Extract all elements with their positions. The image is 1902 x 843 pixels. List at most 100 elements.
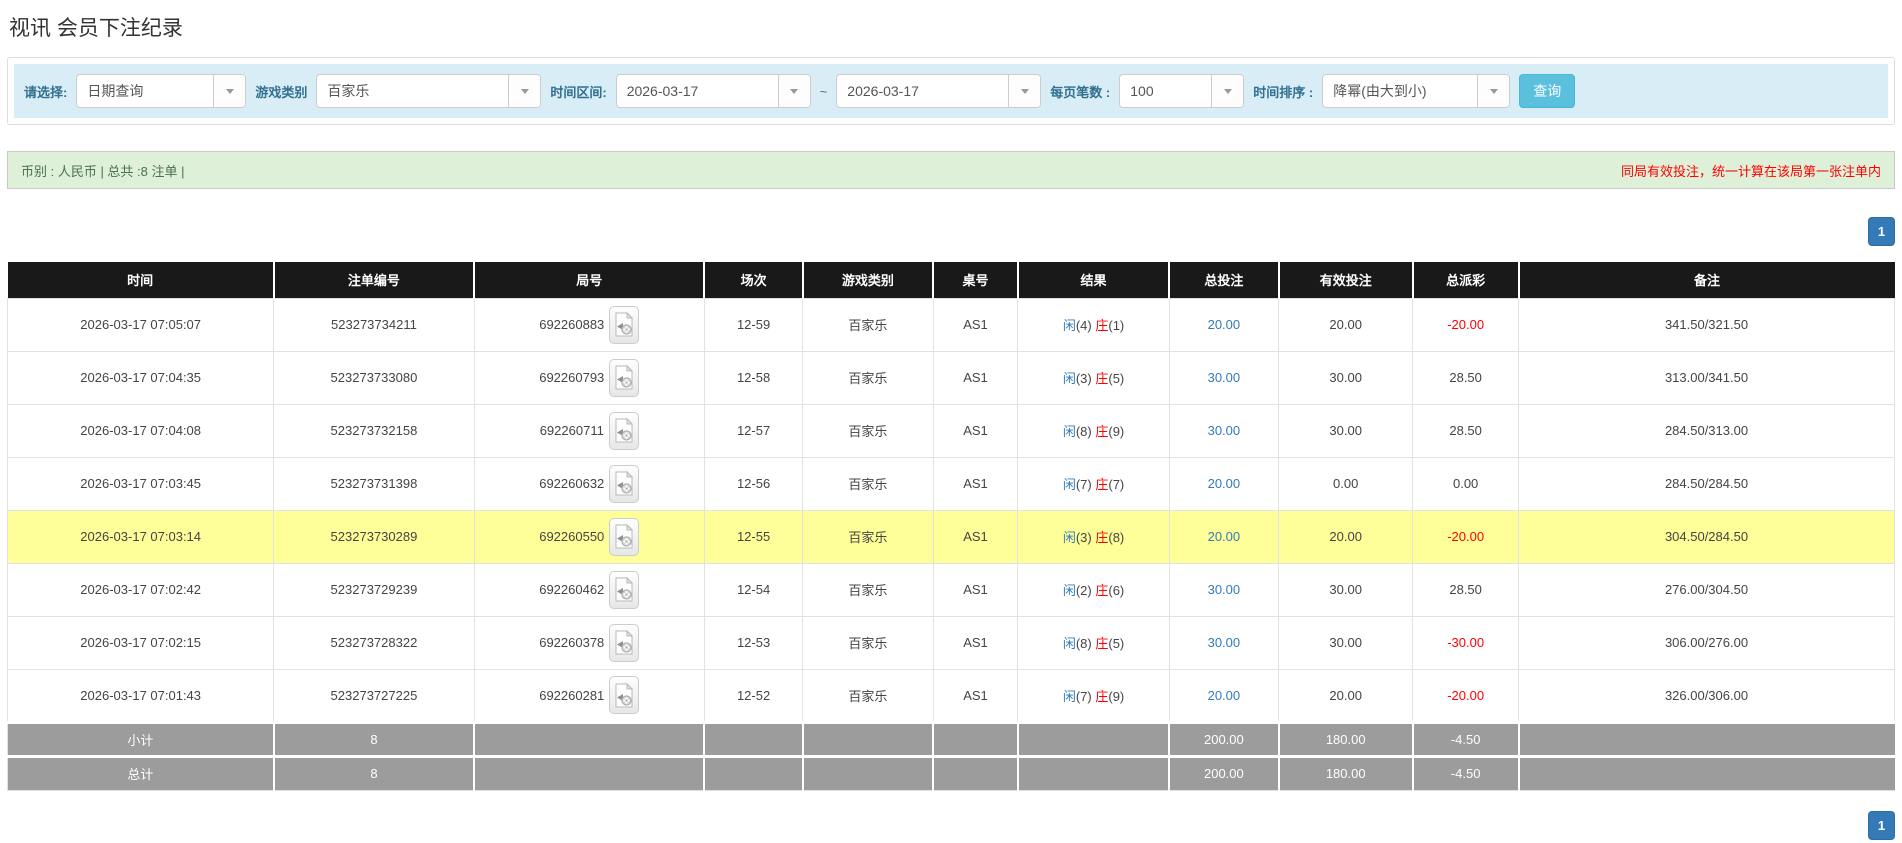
total-bet-link[interactable]: 20.00 bbox=[1168, 456, 1280, 511]
video-replay-button[interactable] bbox=[609, 305, 640, 344]
col-header-9: 总派彩 bbox=[1412, 262, 1520, 298]
col-header-2: 局号 bbox=[474, 262, 706, 298]
result-cell: 闲(8) 庄(5) bbox=[1017, 615, 1170, 670]
video-file-icon bbox=[615, 577, 634, 602]
table-number-cell: AS1 bbox=[932, 456, 1019, 511]
page-size-dropdown-button[interactable] bbox=[1211, 75, 1244, 107]
payout-cell: -20.00 bbox=[1412, 509, 1520, 564]
subtotal-row: 小计 8 200.00 180.00 -4.50 bbox=[6, 720, 1895, 757]
subtotal-row-label: 小计 bbox=[6, 720, 275, 757]
time-cell: 2026-03-17 07:04:35 bbox=[6, 350, 275, 405]
game-type-select[interactable]: 百家乐 bbox=[316, 74, 542, 108]
video-file-icon bbox=[615, 365, 634, 390]
game-type-cell: 百家乐 bbox=[802, 509, 934, 564]
total-row: 总计 8 200.00 180.00 -4.50 bbox=[6, 754, 1895, 791]
date-to-dropdown-button[interactable] bbox=[1008, 75, 1041, 107]
result-cell: 闲(8) 庄(9) bbox=[1017, 403, 1170, 458]
date-from-select[interactable]: 2026-03-17 bbox=[615, 74, 811, 108]
payout-cell: -20.00 bbox=[1412, 297, 1520, 352]
total-bet-link[interactable]: 30.00 bbox=[1168, 403, 1280, 458]
game-type-value: 百家乐 bbox=[327, 83, 370, 99]
search-button[interactable]: 查询 bbox=[1519, 74, 1576, 108]
subtotal-row-count: 8 bbox=[273, 720, 476, 757]
chevron-down-icon bbox=[1489, 88, 1498, 94]
date-to-select[interactable]: 2026-03-17 bbox=[836, 74, 1042, 108]
total-row-valid-bet: 180.00 bbox=[1278, 754, 1414, 791]
sort-order-value: 降幂(由大到小) bbox=[1333, 83, 1427, 99]
result-cell: 闲(3) 庄(5) bbox=[1017, 350, 1170, 405]
video-file-icon bbox=[615, 312, 634, 337]
valid-bet-cell: 30.00 bbox=[1278, 403, 1414, 458]
session-cell: 12-55 bbox=[703, 509, 804, 564]
note-text: 同局有效投注，统一计算在该局第一张注单内 bbox=[1620, 163, 1881, 179]
remark-cell: 341.50/321.50 bbox=[1518, 297, 1895, 352]
page-button-1[interactable]: 1 bbox=[1868, 217, 1895, 246]
chevron-down-icon bbox=[790, 88, 799, 94]
sort-order-dropdown-button[interactable] bbox=[1477, 75, 1510, 107]
table-number-cell: AS1 bbox=[932, 668, 1019, 723]
video-replay-button[interactable] bbox=[609, 517, 640, 556]
page-button-1[interactable]: 1 bbox=[1868, 810, 1895, 840]
session-cell: 12-52 bbox=[703, 668, 804, 723]
video-file-icon bbox=[615, 418, 633, 443]
result-cell: 闲(7) 庄(9) bbox=[1017, 668, 1170, 723]
query-type-dropdown-button[interactable] bbox=[213, 75, 246, 107]
bet-id-cell: 523273729239 bbox=[273, 562, 475, 617]
total-bet-link[interactable]: 20.00 bbox=[1168, 509, 1280, 564]
bet-id-cell: 523273731398 bbox=[273, 456, 475, 511]
round-cell: 692260883 bbox=[473, 297, 705, 352]
time-cell: 2026-03-17 07:04:08 bbox=[6, 403, 275, 458]
info-bar: 币别 : 人民币 | 总共 :8 注单 | 同局有效投注，统一计算在该局第一张注… bbox=[7, 151, 1895, 189]
query-type-select[interactable]: 日期查询 bbox=[76, 74, 247, 108]
total-row-empty bbox=[1518, 754, 1895, 791]
game-type-cell: 百家乐 bbox=[802, 668, 934, 723]
total-bet-link[interactable]: 30.00 bbox=[1168, 615, 1280, 670]
total-bet-link[interactable]: 30.00 bbox=[1168, 562, 1280, 617]
remark-cell: 284.50/284.50 bbox=[1518, 456, 1895, 511]
sort-order-select[interactable]: 降幂(由大到小) bbox=[1322, 74, 1511, 108]
total-bet-link[interactable]: 30.00 bbox=[1168, 350, 1280, 405]
payout-cell: 28.50 bbox=[1412, 350, 1520, 405]
remark-cell: 326.00/306.00 bbox=[1518, 668, 1895, 723]
game-type-dropdown-button[interactable] bbox=[508, 75, 541, 107]
table-row: 2026-03-17 07:02:15 523273728322 692260378… bbox=[6, 615, 1895, 670]
total-bet-link[interactable]: 20.00 bbox=[1168, 668, 1280, 723]
video-replay-button[interactable] bbox=[609, 676, 640, 714]
bet-id-cell: 523273734211 bbox=[273, 297, 475, 352]
bet-id-cell: 523273732158 bbox=[273, 403, 475, 458]
video-file-icon bbox=[615, 524, 634, 549]
date-range-tilde: ~ bbox=[819, 83, 828, 99]
table-number-cell: AS1 bbox=[932, 509, 1019, 564]
subtotal-row-empty bbox=[802, 720, 935, 757]
table-row: 2026-03-17 07:02:42 523273729239 692260462… bbox=[6, 562, 1895, 617]
result-cell: 闲(4) 庄(1) bbox=[1017, 297, 1170, 352]
filter-bar: 请选择: 日期查询 游戏类别 百家乐 时间区间: 2026-03-17 ~ 20… bbox=[14, 64, 1888, 118]
valid-bet-cell: 30.00 bbox=[1278, 350, 1414, 405]
page-size-select[interactable]: 100 bbox=[1119, 74, 1245, 108]
video-replay-button[interactable] bbox=[609, 464, 640, 503]
video-replay-button[interactable] bbox=[609, 623, 640, 662]
round-id: 692260378 bbox=[539, 635, 605, 650]
valid-bet-cell: 20.00 bbox=[1278, 509, 1414, 564]
bet-id-cell: 523273728322 bbox=[273, 615, 475, 670]
round-cell: 692260793 bbox=[473, 350, 705, 405]
payout-cell: -30.00 bbox=[1412, 615, 1520, 670]
currency-summary-text: 币别 : 人民币 | 总共 :8 注单 | bbox=[21, 163, 185, 179]
round-id: 692260550 bbox=[539, 529, 605, 544]
table-number-cell: AS1 bbox=[932, 562, 1019, 617]
table-row: 2026-03-17 07:03:45 523273731398 692260632… bbox=[6, 456, 1895, 511]
result-cell: 闲(3) 庄(8) bbox=[1017, 509, 1170, 564]
table-row: 2026-03-17 07:03:14 523273730289 692260550… bbox=[6, 509, 1895, 564]
subtotal-row-empty bbox=[1017, 720, 1171, 757]
video-replay-button[interactable] bbox=[608, 411, 639, 450]
video-replay-button[interactable] bbox=[609, 570, 640, 609]
game-type-cell: 百家乐 bbox=[802, 456, 934, 511]
total-bet-link[interactable]: 20.00 bbox=[1168, 297, 1280, 352]
video-replay-button[interactable] bbox=[609, 358, 640, 397]
time-range-label: 时间区间: bbox=[550, 84, 607, 100]
session-cell: 12-58 bbox=[703, 350, 804, 405]
date-from-dropdown-button[interactable] bbox=[777, 75, 810, 107]
total-row-total-bet: 200.00 bbox=[1168, 754, 1280, 791]
filter-panel: 请选择: 日期查询 游戏类别 百家乐 时间区间: 2026-03-17 ~ 20… bbox=[7, 57, 1895, 125]
bets-table: 时间 注单编号 局号 场次 游戏类别 桌号 结果 总投注 有效投注 总派彩 备注 2026-03-1… bbox=[6, 262, 1895, 791]
